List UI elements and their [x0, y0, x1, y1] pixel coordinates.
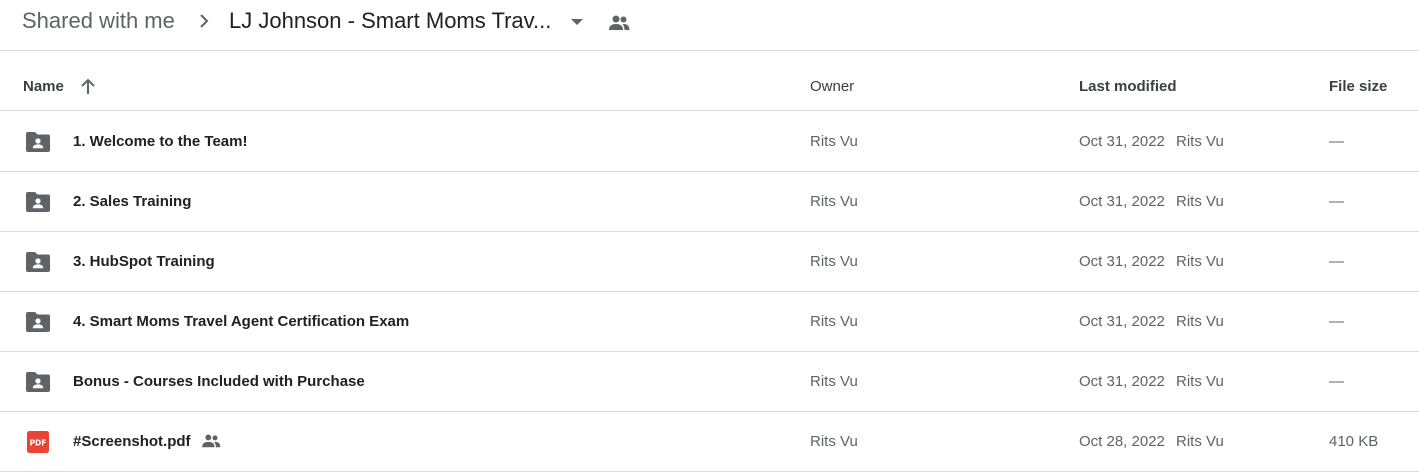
file-row[interactable]: 2. Sales Training Rits Vu Oct 31, 2022 Rits… [0, 172, 1419, 232]
shared-folder-icon [25, 251, 51, 273]
caret-down-icon[interactable] [569, 16, 585, 28]
modified-by: Rits Vu [1176, 133, 1224, 150]
column-header-last-modified[interactable]: Last modified [1079, 78, 1177, 96]
file-owner: Rits Vu [810, 373, 858, 390]
file-list-header: Name Owner Last modified File size [0, 52, 1419, 111]
column-header-owner: Owner [810, 78, 855, 95]
modified-date: Oct 31, 2022 [1079, 253, 1165, 270]
file-size: — [1329, 253, 1344, 270]
file-size: — [1329, 193, 1344, 210]
column-header-file-size: File size [1329, 78, 1388, 95]
file-owner: Rits Vu [810, 253, 858, 270]
modified-date: Oct 28, 2022 [1079, 433, 1165, 450]
shared-people-icon [609, 15, 630, 30]
breadcrumb-current-folder[interactable]: LJ Johnson - Smart Moms Trav... [229, 7, 551, 35]
modified-by: Rits Vu [1176, 313, 1224, 330]
shared-folder-icon [25, 131, 51, 153]
file-row[interactable]: Bonus - Courses Included with Purchase Ri… [0, 352, 1419, 412]
modified-date: Oct 31, 2022 [1079, 373, 1165, 390]
file-owner: Rits Vu [810, 193, 858, 210]
shared-people-icon [200, 433, 222, 449]
modified-date: Oct 31, 2022 [1079, 133, 1165, 150]
file-row[interactable]: 1. Welcome to the Team! Rits Vu Oct 31, 20… [0, 112, 1419, 172]
file-row[interactable]: 3. HubSpot Training Rits Vu Oct 31, 2022 Ri… [0, 232, 1419, 292]
file-size: — [1329, 133, 1344, 150]
file-name: #Screenshot.pdf [73, 433, 191, 450]
chevron-right-icon [200, 14, 209, 28]
file-name: 4. Smart Moms Travel Agent Certification… [73, 313, 410, 330]
file-owner: Rits Vu [810, 433, 858, 450]
breadcrumb-root-link[interactable]: Shared with me [22, 7, 175, 35]
file-owner: Rits Vu [810, 313, 858, 330]
modified-date: Oct 31, 2022 [1079, 313, 1165, 330]
breadcrumb-bar: Shared with me LJ Johnson - Smart Moms T… [0, 0, 1419, 51]
modified-date: Oct 31, 2022 [1079, 193, 1165, 210]
file-name: 1. Welcome to the Team! [73, 133, 248, 150]
pdf-icon-label: PDF [30, 439, 47, 448]
file-name: 2. Sales Training [73, 193, 192, 210]
file-size: — [1329, 373, 1344, 390]
file-name: Bonus - Courses Included with Purchase [73, 373, 365, 390]
shared-folder-icon [25, 191, 51, 213]
file-row[interactable]: 4. Smart Moms Travel Agent Certification… [0, 292, 1419, 352]
column-header-name[interactable]: Name [23, 78, 64, 96]
modified-by: Rits Vu [1176, 433, 1224, 450]
shared-folder-icon [25, 371, 51, 393]
pdf-file-icon: PDF [25, 431, 51, 453]
modified-by: Rits Vu [1176, 373, 1224, 390]
file-name: 3. HubSpot Training [73, 253, 215, 270]
arrow-up-icon[interactable] [78, 77, 98, 97]
modified-by: Rits Vu [1176, 253, 1224, 270]
shared-folder-icon [25, 311, 51, 333]
modified-by: Rits Vu [1176, 193, 1224, 210]
file-owner: Rits Vu [810, 133, 858, 150]
file-size: — [1329, 313, 1344, 330]
file-row[interactable]: PDF #Screenshot.pdf Rits Vu Oct 28, 2022 Rit… [0, 412, 1419, 472]
file-size: 410 KB [1329, 433, 1379, 450]
